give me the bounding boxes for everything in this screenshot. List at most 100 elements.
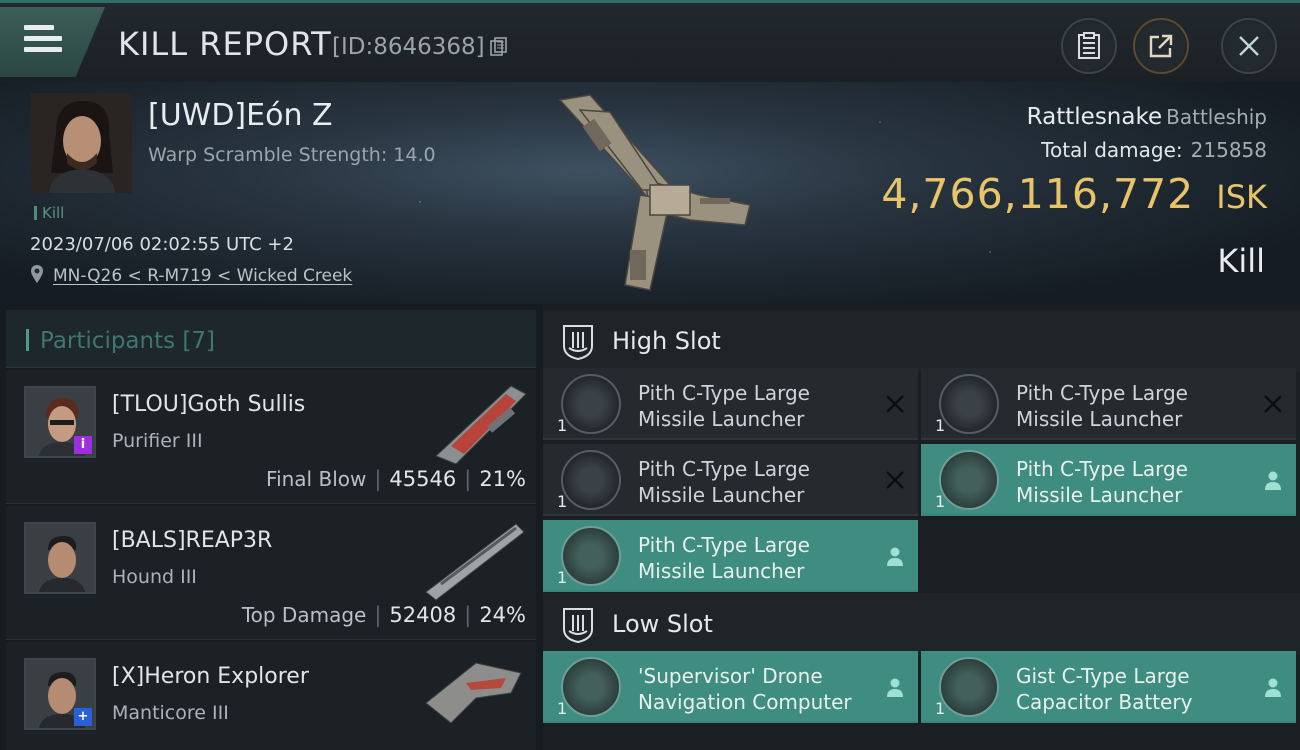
- participant-row[interactable]: [BALS]REAP3R Hound III Top Damage | 52408 |…: [6, 506, 536, 640]
- module-item[interactable]: 1 Pith C-Type Large Missile Launcher: [921, 368, 1296, 440]
- victim-portrait[interactable]: [31, 93, 132, 193]
- close-button[interactable]: [1221, 18, 1277, 74]
- low-slot-header: Low Slot: [543, 593, 1300, 655]
- participant-damage: 45546: [389, 467, 457, 491]
- high-slot-title: High Slot: [612, 327, 721, 355]
- menu-icon[interactable]: [24, 25, 62, 57]
- missile-launcher-icon: [561, 450, 621, 510]
- module-item[interactable]: 1 Pith C-Type Large Missile Launcher: [921, 444, 1296, 516]
- copy-icon[interactable]: [490, 37, 508, 57]
- module-quantity: 1: [935, 492, 946, 511]
- participant-ship-image: [425, 662, 522, 724]
- participant-ship: Manticore III: [112, 702, 229, 724]
- avatar[interactable]: +: [24, 658, 96, 730]
- top-bar: KILL REPORT [ID:8646368]: [0, 0, 1300, 82]
- participant-row[interactable]: + [X]Heron Explorer Manticore III: [6, 642, 536, 750]
- total-damage: Total damage: 215858: [1041, 138, 1267, 162]
- module-name: Pith C-Type Large Missile Launcher: [1016, 381, 1188, 431]
- participant-stat-label: Top Damage: [241, 603, 367, 627]
- kill-datetime: 2023/07/06 02:02:55 UTC +2: [30, 234, 294, 255]
- person-icon: [1265, 678, 1281, 697]
- destroyed-x-icon: [1264, 395, 1282, 413]
- module-item[interactable]: 1 Pith C-Type Large Missile Launcher: [543, 444, 918, 516]
- isk-unit: ISK: [1216, 178, 1267, 216]
- participant-ship: Hound III: [112, 566, 197, 588]
- participant-stats: Top Damage | 52408 | 24%: [241, 603, 526, 627]
- share-button[interactable]: [1133, 18, 1189, 74]
- share-icon: [1149, 34, 1173, 58]
- character-portrait-icon: [26, 524, 94, 592]
- module-name: Pith C-Type Large Missile Launcher: [638, 533, 810, 583]
- participant-name: [TLOU]Goth Sullis: [112, 392, 306, 417]
- participant-damage: 52408: [389, 603, 457, 627]
- module-item[interactable]: 1 'Supervisor' Drone Navigation Computer: [543, 651, 918, 723]
- participant-percent: 21%: [479, 467, 526, 491]
- participant-row[interactable]: i [TLOU]Goth Sullis Purifier III Final B…: [6, 370, 536, 504]
- location-pin-icon: [31, 265, 43, 283]
- fitting-panel: High Slot 1 Pith C-Type Large Missile La…: [543, 304, 1300, 750]
- high-slot-icon: [563, 325, 593, 360]
- module-item[interactable]: 1 Gist C-Type Large Capacitor Battery: [921, 651, 1296, 723]
- participants-title: Participants [7]: [40, 328, 215, 354]
- victim-ship-image: [558, 94, 751, 291]
- clipboard-button[interactable]: [1061, 18, 1117, 74]
- destroyed-x-icon: [886, 395, 904, 413]
- victim-ship: Rattlesnake Battleship: [1027, 104, 1267, 130]
- participant-ship: Purifier III: [112, 430, 203, 452]
- page-title: KILL REPORT: [118, 25, 332, 63]
- destroyed-x-icon: [886, 471, 904, 489]
- module-quantity: 1: [557, 699, 568, 718]
- module-name: Pith C-Type Large Missile Launcher: [638, 381, 810, 431]
- victim-name: [UWD]Eón Z: [148, 98, 333, 133]
- ship-name: Rattlesnake: [1026, 104, 1163, 130]
- participant-name: [BALS]REAP3R: [112, 528, 273, 553]
- kill-report-id: [ID:8646368]: [332, 34, 485, 60]
- person-icon: [887, 678, 903, 697]
- module-name: Pith C-Type Large Missile Launcher: [638, 457, 810, 507]
- module-name: 'Supervisor' Drone Navigation Computer: [638, 664, 852, 714]
- participant-name: [X]Heron Explorer: [112, 664, 309, 689]
- total-damage-value: 215858: [1190, 138, 1267, 162]
- participants-panel: Participants [7] i [TLOU]Goth Sullis Pur…: [0, 304, 543, 750]
- participant-percent: 24%: [479, 603, 526, 627]
- module-quantity: 1: [935, 416, 946, 435]
- participant-stats: Final Blow | 45546 | 21%: [266, 467, 526, 491]
- low-slot-title: Low Slot: [612, 610, 713, 638]
- module-quantity: 1: [557, 492, 568, 511]
- kill-tag: Kill: [34, 206, 64, 221]
- capacitor-battery-icon: [939, 657, 999, 717]
- character-portrait-icon: [31, 93, 132, 193]
- clipboard-icon: [1078, 32, 1100, 59]
- total-damage-label: Total damage:: [1041, 138, 1183, 162]
- module-name: Pith C-Type Large Missile Launcher: [1016, 457, 1188, 507]
- module-name: Gist C-Type Large Capacitor Battery: [1016, 664, 1193, 714]
- person-icon: [1265, 471, 1281, 490]
- module-item[interactable]: 1 Pith C-Type Large Missile Launcher: [543, 368, 918, 440]
- drone-navigation-computer-icon: [561, 657, 621, 717]
- avatar[interactable]: [24, 522, 96, 594]
- module-quantity: 1: [935, 699, 946, 718]
- close-icon: [1239, 36, 1259, 56]
- high-slot-header: High Slot: [543, 310, 1300, 372]
- missile-launcher-icon: [561, 526, 621, 586]
- victim-summary: [UWD]Eón Z Warp Scramble Strength: 14.0 …: [0, 82, 1300, 304]
- kill-result-label: Kill: [1217, 242, 1265, 280]
- person-icon: [887, 547, 903, 566]
- ship-class: Battleship: [1166, 105, 1267, 129]
- low-slot-icon: [563, 608, 593, 643]
- missile-launcher-icon: [561, 374, 621, 434]
- module-quantity: 1: [557, 416, 568, 435]
- missile-launcher-icon: [939, 374, 999, 434]
- module-item[interactable]: 1 Pith C-Type Large Missile Launcher: [543, 520, 918, 592]
- warp-scramble-strength: Warp Scramble Strength: 14.0: [148, 144, 436, 166]
- location-link[interactable]: MN-Q26 < R-M719 < Wicked Creek: [53, 266, 352, 286]
- isk-value: 4,766,116,772 ISK: [881, 170, 1267, 218]
- info-badge-icon: i: [74, 436, 92, 454]
- plus-badge-icon: +: [74, 708, 92, 726]
- header-accent-bar: [26, 329, 29, 351]
- module-quantity: 1: [557, 568, 568, 587]
- avatar[interactable]: i: [24, 386, 96, 458]
- participant-ship-image: [425, 523, 525, 601]
- participant-ship-image: [435, 385, 527, 465]
- missile-launcher-icon: [939, 450, 999, 510]
